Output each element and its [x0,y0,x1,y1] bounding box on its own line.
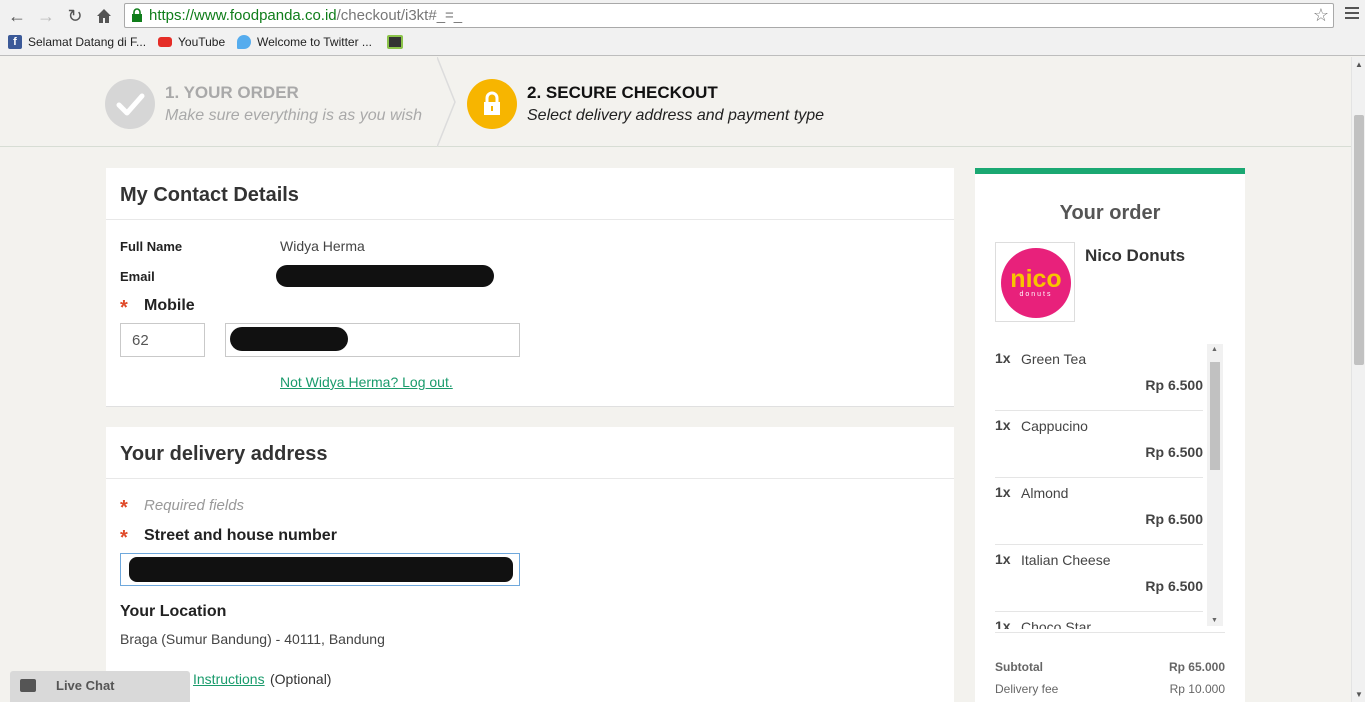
browser-toolbar: ← → ↻ https://www.foodpanda.co.id/checko… [0,0,1365,56]
logo-text: nico [1010,265,1062,293]
restaurant-logo: nico donuts [995,242,1075,322]
contact-heading: My Contact Details [106,168,954,220]
step1-title[interactable]: 1. YOUR ORDER [165,83,299,103]
item-qty: 1x [995,350,1011,366]
item-qty: 1x [995,551,1011,567]
item-name: Cappucino [1021,418,1088,434]
location-label: Your Location [120,603,227,620]
check-icon [105,79,155,129]
street-value-redacted [129,557,513,582]
instructions-link[interactable]: Instructions [193,671,265,687]
items-scrollbar[interactable]: ▲ ▼ [1207,344,1223,626]
logout-link[interactable]: Not Widya Herma? Log out. [280,374,453,390]
mobile-prefix-input[interactable]: 62 [120,323,205,357]
step1-subtitle: Make sure everything is as you wish [165,107,422,124]
step-divider [437,57,456,147]
contact-details-panel: My Contact Details Full Name Widya Herma… [106,168,954,407]
lock-icon [132,8,142,22]
subtotal-value: Rp 65.000 [1168,660,1225,674]
bookmark-youtube[interactable]: YouTube [158,35,225,49]
subtotal-row: Subtotal Rp 65.000 [995,660,1225,674]
mobile-label: Mobile [144,297,195,314]
item-qty: 1x [995,417,1011,433]
delivery-heading: Your delivery address [106,427,954,479]
item-name: Choco Star [1021,619,1092,629]
location-value: Braga (Sumur Bandung) - 40111, Bandung [120,631,385,647]
home-icon[interactable] [93,5,115,27]
forward-icon[interactable]: → [35,5,57,27]
mobile-number-redacted [230,327,348,351]
required-asterisk: * [120,497,128,519]
order-summary: Your order nico donuts Nico Donuts 1x Gr… [975,168,1245,702]
required-asterisk: * [120,297,128,319]
email-label: Email [120,269,155,284]
items-scroll-down-icon[interactable]: ▼ [1211,617,1218,624]
scroll-down-icon[interactable]: ▼ [1355,690,1363,699]
item-name: Italian Cheese [1021,552,1111,568]
app-icon [387,35,403,49]
street-input[interactable] [120,553,520,586]
required-asterisk: * [120,527,128,549]
scroll-up-icon[interactable]: ▲ [1355,60,1363,69]
delivery-fee-value: Rp 10.000 [1169,682,1225,696]
subtotal-label: Subtotal [995,660,1043,674]
facebook-icon: f [8,35,22,49]
order-item: 1x Italian Cheese Rp 6.500 [995,545,1203,612]
order-items-list: 1x Green Tea Rp 6.500 1x Cappucino Rp 6.… [995,344,1225,629]
item-price: Rp 6.500 [1145,377,1203,393]
item-qty: 1x [995,484,1011,500]
order-item: 1x Green Tea Rp 6.500 [995,344,1203,411]
live-chat-label: Live Chat [56,678,115,693]
delivery-address-panel: Your delivery address * Required fields … [106,427,954,702]
address-bar[interactable]: https://www.foodpanda.co.id/checkout/i3k… [124,3,1334,28]
bookmark-facebook[interactable]: f Selamat Datang di F... [8,35,146,49]
page-scrollbar[interactable]: ▲ ▼ [1351,57,1365,702]
street-label: Street and house number [144,527,337,544]
order-item: 1x Choco Star [995,612,1203,629]
full-name-label: Full Name [120,239,183,254]
step2-title: 2. SECURE CHECKOUT [527,83,718,102]
order-item: 1x Almond Rp 6.500 [995,478,1203,545]
live-chat-button[interactable]: Live Chat [10,671,190,702]
bookmark-app[interactable] [387,35,409,49]
divider [995,632,1225,633]
url-text: https://www.foodpanda.co.id/checkout/i3k… [149,7,463,24]
items-scroll-thumb[interactable] [1210,362,1220,470]
bookmark-label: Welcome to Twitter ... [257,35,372,49]
youtube-icon [158,37,172,47]
item-qty: 1x [995,618,1011,629]
item-price: Rp 6.500 [1145,578,1203,594]
back-icon[interactable]: ← [6,5,28,27]
mobile-number-input[interactable] [225,323,520,357]
item-name: Almond [1021,485,1069,501]
instructions-optional: (Optional) [270,671,332,687]
email-value-redacted [276,265,494,287]
reload-icon[interactable]: ↻ [64,5,86,27]
restaurant-name: Nico Donuts [1085,246,1186,265]
mobile-prefix-value: 62 [132,332,149,349]
logo-subtext: donuts [1019,291,1053,298]
item-price: Rp 6.500 [1145,444,1203,460]
required-fields-note: Required fields [144,497,245,514]
order-title: Your order [1059,202,1161,224]
bookmark-label: YouTube [178,35,226,49]
chat-bubble-icon [20,679,36,692]
delivery-fee-label: Delivery fee [995,682,1059,696]
order-item: 1x Cappucino Rp 6.500 [995,411,1203,478]
bookmark-label: Selamat Datang di F... [28,35,147,49]
step2-subtitle: Select delivery address and payment type [527,107,825,124]
checkout-steps: 1. YOUR ORDER Make sure everything is as… [0,57,1351,147]
bookmark-twitter[interactable]: Welcome to Twitter ... [237,35,372,49]
bookmarks-bar: f Selamat Datang di F... YouTube Welcome… [0,32,1365,54]
delivery-fee-row: Delivery fee Rp 10.000 [995,682,1225,696]
item-name: Green Tea [1021,351,1087,367]
items-scroll-up-icon[interactable]: ▲ [1211,346,1218,353]
padlock-icon [467,79,517,129]
page-scroll-thumb[interactable] [1354,115,1364,365]
twitter-icon [237,35,251,49]
full-name-value: Widya Herma [280,238,365,254]
bookmark-star-icon[interactable]: ☆ [1313,5,1329,26]
menu-icon[interactable] [1345,7,1359,22]
item-price: Rp 6.500 [1145,511,1203,527]
